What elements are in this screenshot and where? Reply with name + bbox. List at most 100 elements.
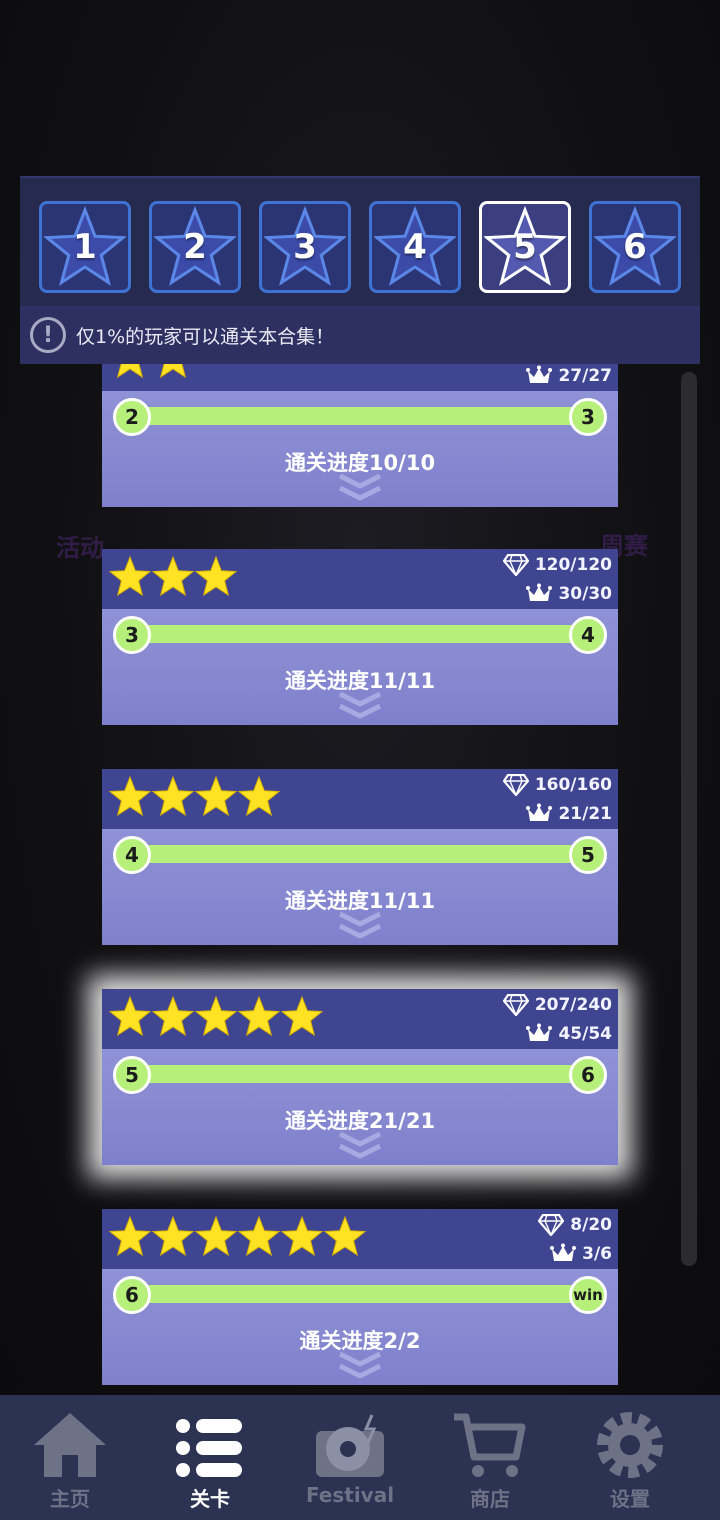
card-header: 120/120 30/30	[102, 549, 618, 609]
tab-pack-6[interactable]: 6	[589, 201, 681, 293]
nav-label: 设置	[610, 1487, 650, 1511]
crown-icon	[526, 1023, 553, 1041]
difficulty-stars	[108, 1215, 367, 1259]
diamond-icon	[502, 554, 529, 576]
crown-count-text: 30/30	[558, 584, 612, 604]
level-card[interactable]: 27/27 2 3 通关进度10/10	[102, 364, 618, 507]
level-card[interactable]: 8/20 3/6 6 win 通关进度2/2	[102, 1209, 618, 1385]
star-icon	[151, 775, 195, 817]
tab-number: 2	[183, 227, 207, 267]
card-body: 5 6 通关进度21/21	[102, 1049, 618, 1165]
card-body: 3 4 通关进度11/11	[102, 609, 618, 725]
chevron-down-icon[interactable]	[336, 691, 384, 721]
notice-text: 仅1%的玩家可以通关本合集！	[76, 325, 335, 348]
crown-icon	[526, 365, 553, 383]
star-icon	[323, 1215, 367, 1257]
crown-count: 45/54	[526, 1023, 612, 1045]
start-node: 4	[113, 836, 151, 874]
tab-pack-4[interactable]: 4	[369, 201, 461, 293]
chevron-down-icon[interactable]	[336, 1351, 384, 1381]
level-list[interactable]: 27/27 2 3 通关进度10/10 120/120 30/30 3 4 通关进度11/11 1…	[0, 364, 720, 1395]
level-card[interactable]: 207/240 45/54 5 6 通关进度21/21	[102, 989, 618, 1165]
nav-gear[interactable]: 设置	[560, 1395, 700, 1520]
chevron-down-icon[interactable]	[336, 1131, 384, 1161]
crown-icon	[526, 803, 553, 821]
difficulty-stars	[108, 364, 194, 381]
star-icon	[280, 995, 324, 1037]
diamond-icon	[538, 1214, 565, 1236]
card-body: 6 win 通关进度2/2	[102, 1269, 618, 1385]
star-icon	[108, 995, 152, 1037]
progress-track	[132, 625, 588, 643]
difficulty-stars	[108, 555, 238, 599]
nav-label: 主页	[50, 1487, 90, 1511]
end-node: win	[569, 1276, 607, 1314]
crown-icon	[526, 583, 553, 601]
tab-pack-3[interactable]: 3	[259, 201, 351, 293]
star-icon	[151, 555, 195, 597]
diamond-icon	[502, 994, 529, 1016]
difficulty-stars	[108, 775, 281, 819]
star-icon	[116, 364, 144, 379]
scrollbar[interactable]	[681, 372, 697, 1266]
nav-label: Festival	[305, 1483, 395, 1507]
nav-home[interactable]: 主页	[0, 1395, 140, 1520]
level-card[interactable]: 120/120 30/30 3 4 通关进度11/11	[102, 549, 618, 725]
tab-pack-2[interactable]: 2	[149, 201, 241, 293]
star-icon	[194, 1215, 238, 1257]
gem-count: 160/160	[502, 774, 612, 796]
star-icon	[151, 1215, 195, 1257]
gem-count-text: 8/20	[570, 1215, 612, 1235]
star-icon	[194, 995, 238, 1037]
card-header: 207/240 45/54	[102, 989, 618, 1049]
card-body: 4 5 通关进度11/11	[102, 829, 618, 945]
crown-count: 21/21	[526, 803, 612, 825]
chevron-down-icon[interactable]	[336, 473, 384, 503]
nav-list[interactable]: 关卡	[140, 1395, 280, 1520]
end-node: 6	[569, 1056, 607, 1094]
gem-count-text: 120/120	[534, 555, 612, 575]
gem-count-text: 160/160	[534, 775, 612, 795]
crown-count: 3/6	[550, 1243, 612, 1265]
star-icon	[237, 995, 281, 1037]
star-icon	[159, 364, 187, 379]
chevron-down-icon[interactable]	[336, 911, 384, 941]
tab-pack-1[interactable]: 1	[39, 201, 131, 293]
start-node: 5	[113, 1056, 151, 1094]
end-node: 5	[569, 836, 607, 874]
nav-cart[interactable]: 商店	[420, 1395, 560, 1520]
progress-track	[132, 407, 588, 425]
crown-count-text: 45/54	[558, 1024, 612, 1044]
tab-number: 5	[513, 227, 537, 267]
difficulty-stars	[108, 995, 324, 1039]
card-header: 8/20 3/6	[102, 1209, 618, 1269]
start-node: 6	[113, 1276, 151, 1314]
star-icon	[194, 555, 238, 597]
gem-count: 8/20	[538, 1214, 612, 1236]
star-icon	[280, 1215, 324, 1257]
card-header: 27/27	[102, 364, 618, 391]
star-icon	[237, 775, 281, 817]
progress-track	[132, 1065, 588, 1083]
tab-number: 6	[623, 227, 647, 267]
gem-count: 207/240	[502, 994, 612, 1016]
card-body: 2 3 通关进度10/10	[102, 391, 618, 507]
nav-record-player[interactable]: Festival	[280, 1395, 420, 1520]
star-icon	[108, 775, 152, 817]
end-node: 3	[569, 398, 607, 436]
level-pack-tabs: 1 2 3 4 5 6	[20, 176, 700, 306]
nav-label: 商店	[470, 1487, 510, 1511]
level-card[interactable]: 160/160 21/21 4 5 通关进度11/11	[102, 769, 618, 945]
tab-pack-5[interactable]: 5	[479, 201, 571, 293]
gem-count-text: 207/240	[534, 995, 612, 1015]
crown-count-text: 3/6	[582, 1244, 612, 1264]
star-icon	[108, 1215, 152, 1257]
card-header: 160/160 21/21	[102, 769, 618, 829]
crown-count-text: 21/21	[558, 804, 612, 824]
diamond-icon	[502, 774, 529, 796]
start-node: 3	[113, 616, 151, 654]
star-icon	[108, 555, 152, 597]
star-icon	[151, 995, 195, 1037]
crown-count: 30/30	[526, 583, 612, 605]
tab-number: 1	[73, 227, 97, 267]
